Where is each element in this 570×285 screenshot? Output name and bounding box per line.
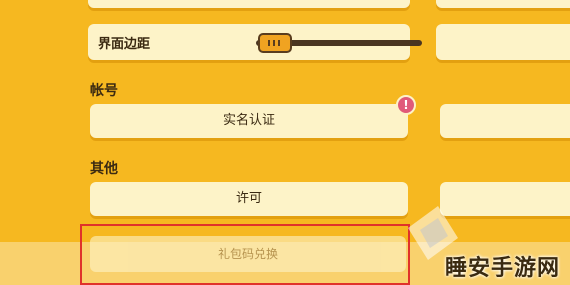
slider-grip-icon bbox=[268, 40, 270, 46]
margin-slider-label: 界面边距 bbox=[98, 37, 151, 52]
other-section-label: 其他 bbox=[90, 161, 118, 177]
watermark-text: 睡安手游网 bbox=[444, 256, 560, 281]
alert-icon: ! bbox=[396, 95, 416, 115]
margin-slider-row: 界面边距 0 bbox=[88, 24, 488, 60]
margin-slider-handle[interactable] bbox=[258, 33, 292, 53]
right-column-button[interactable] bbox=[440, 104, 570, 138]
account-section-label: 帐号 bbox=[90, 83, 118, 99]
slider-grip-icon bbox=[278, 40, 280, 46]
slider-grip-icon bbox=[273, 40, 275, 46]
license-button[interactable]: 许可 bbox=[90, 182, 408, 216]
top-panel-edge bbox=[88, 0, 410, 8]
highlight-box bbox=[80, 224, 410, 285]
real-name-auth-button[interactable]: 实名认证 bbox=[90, 104, 408, 138]
right-column-panel bbox=[436, 24, 570, 60]
top-panel-edge-right bbox=[436, 0, 570, 8]
